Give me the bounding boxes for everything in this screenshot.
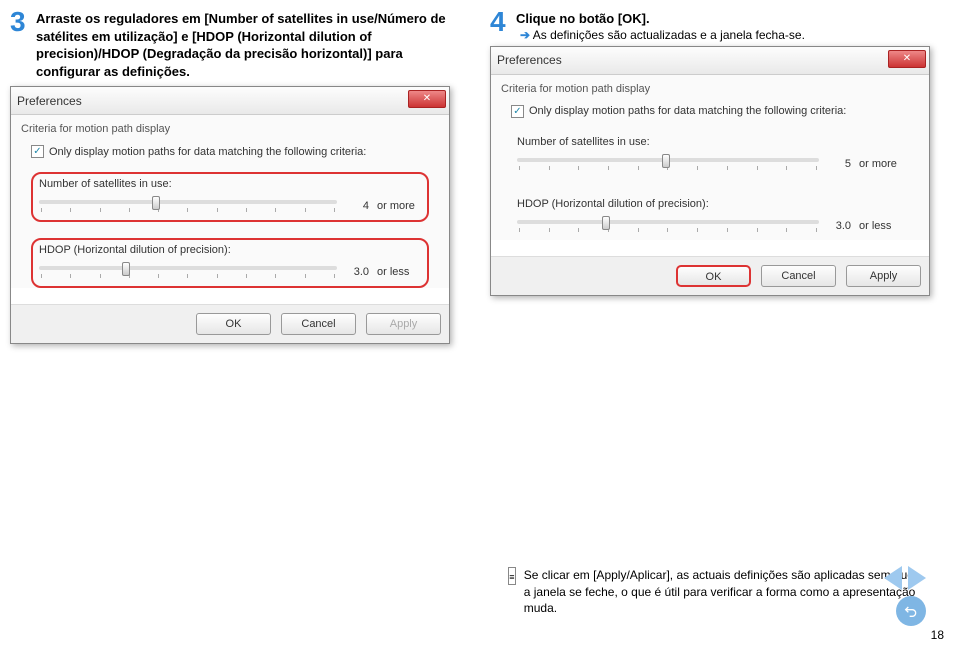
satellites-slider[interactable] bbox=[517, 158, 819, 162]
arrow-icon: ➔ bbox=[520, 28, 530, 42]
satellites-value: 4 bbox=[345, 200, 369, 212]
footer-note-text: Se clicar em [Apply/Aplicar], as actuais… bbox=[524, 567, 918, 616]
hdop-label: HDOP (Horizontal dilution of precision): bbox=[517, 198, 903, 210]
step-number-3: 3 bbox=[10, 8, 30, 80]
satellites-slider-block: Number of satellites in use: 5 or more bbox=[511, 132, 909, 178]
return-icon bbox=[903, 603, 919, 619]
dialog-title: Preferences bbox=[17, 94, 82, 108]
ok-button[interactable]: OK bbox=[676, 265, 751, 287]
apply-button[interactable]: Apply bbox=[846, 265, 921, 287]
step-4-title: Clique no botão [OK]. bbox=[516, 8, 805, 28]
step-number-4: 4 bbox=[490, 8, 510, 42]
criteria-heading: Criteria for motion path display bbox=[21, 123, 439, 135]
dialog-title: Preferences bbox=[497, 53, 562, 67]
close-button[interactable]: ✕ bbox=[888, 50, 926, 68]
hdop-slider[interactable] bbox=[517, 220, 819, 224]
cancel-button[interactable]: Cancel bbox=[761, 265, 836, 287]
nav-forward-icon[interactable] bbox=[908, 566, 926, 590]
titlebar[interactable]: Preferences ✕ bbox=[491, 47, 929, 75]
apply-button[interactable]: Apply bbox=[366, 313, 441, 335]
cancel-button[interactable]: Cancel bbox=[281, 313, 356, 335]
hdop-suffix: or less bbox=[377, 266, 421, 278]
satellites-value: 5 bbox=[827, 158, 851, 170]
hdop-slider-block: HDOP (Horizontal dilution of precision):… bbox=[511, 194, 909, 240]
page-number: 18 bbox=[931, 628, 944, 642]
hdop-suffix: or less bbox=[859, 220, 903, 232]
satellites-label: Number of satellites in use: bbox=[39, 178, 421, 190]
step-3-text: Arraste os reguladores em [Number of sat… bbox=[36, 8, 470, 80]
hdop-value: 3.0 bbox=[345, 266, 369, 278]
close-button[interactable]: ✕ bbox=[408, 90, 446, 108]
satellites-suffix: or more bbox=[377, 200, 421, 212]
hdop-value: 3.0 bbox=[827, 220, 851, 232]
satellites-suffix: or more bbox=[859, 158, 903, 170]
titlebar[interactable]: Preferences ✕ bbox=[11, 87, 449, 115]
ok-button[interactable]: OK bbox=[196, 313, 271, 335]
criteria-heading: Criteria for motion path display bbox=[501, 83, 919, 95]
step-4-subtext: As definições são actualizadas e a janel… bbox=[533, 28, 805, 42]
hdop-slider-block: HDOP (Horizontal dilution of precision):… bbox=[31, 238, 429, 288]
hdop-slider[interactable] bbox=[39, 266, 337, 270]
satellites-slider[interactable] bbox=[39, 200, 337, 204]
hdop-label: HDOP (Horizontal dilution of precision): bbox=[39, 244, 421, 256]
satellites-label: Number of satellites in use: bbox=[517, 136, 903, 148]
criteria-checkbox-label: Only display motion paths for data match… bbox=[49, 146, 366, 158]
footer-note: ≡ Se clicar em [Apply/Aplicar], as actua… bbox=[508, 567, 918, 616]
return-button[interactable] bbox=[896, 596, 926, 626]
criteria-checkbox[interactable]: ✓ bbox=[511, 105, 524, 118]
satellites-slider-block: Number of satellites in use: 4 or more bbox=[31, 172, 429, 222]
criteria-checkbox[interactable]: ✓ bbox=[31, 145, 44, 158]
note-icon: ≡ bbox=[508, 567, 516, 585]
criteria-checkbox-label: Only display motion paths for data match… bbox=[529, 105, 846, 117]
preferences-dialog-left: Preferences ✕ Criteria for motion path d… bbox=[10, 86, 450, 344]
preferences-dialog-right: Preferences ✕ Criteria for motion path d… bbox=[490, 46, 930, 296]
nav-back-icon[interactable] bbox=[884, 566, 902, 590]
